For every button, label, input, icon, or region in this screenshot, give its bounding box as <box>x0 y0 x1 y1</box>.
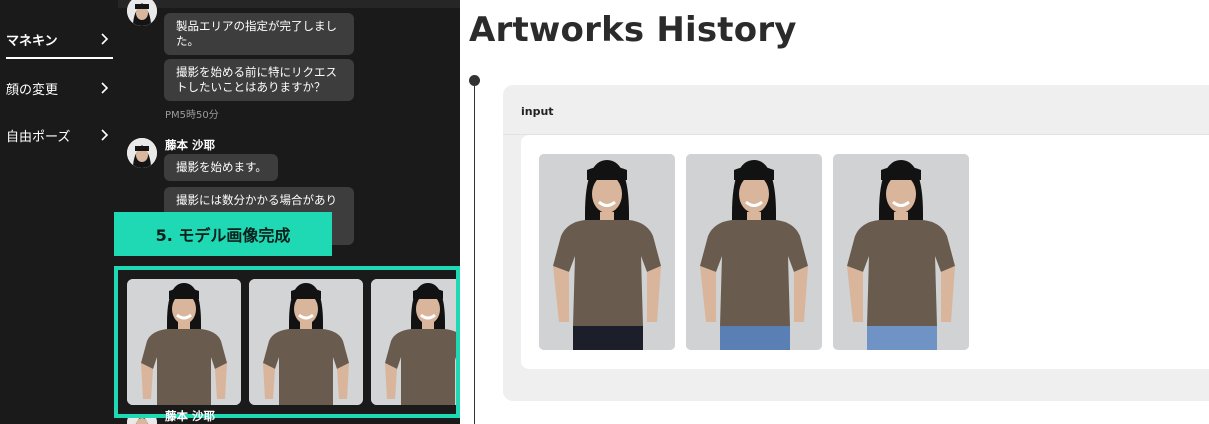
page-title: Artworks History <box>469 10 797 50</box>
sidebar-item-mannequin[interactable]: マネキン <box>6 29 112 49</box>
artwork-image[interactable] <box>686 154 822 350</box>
artwork-image[interactable] <box>539 154 675 350</box>
app-root: マネキン 顔の変更 自由ポーズ 製品エリアの指定が完了しました。 撮影を始める前… <box>0 0 1209 424</box>
sidebar-item-label: マネキン <box>6 33 58 49</box>
avatar <box>127 138 157 168</box>
artwork-image[interactable] <box>833 154 969 350</box>
timeline-line <box>474 86 475 424</box>
generated-images-highlight <box>114 266 460 418</box>
sidebar-item-label: 顔の変更 <box>6 82 59 98</box>
sidebar: マネキン 顔の変更 自由ポーズ <box>0 0 118 424</box>
active-tab-underline <box>6 57 113 59</box>
timeline-dot <box>469 75 480 86</box>
sender-name: 藤本 沙耶 <box>165 409 216 423</box>
chevron-right-icon <box>96 80 112 96</box>
generated-model-image[interactable] <box>371 279 456 405</box>
chat-message: 撮影を始める前に特にリクエストしたいことはありますか？ <box>164 59 354 101</box>
chat-message: 製品エリアの指定が完了しました。 <box>164 13 354 55</box>
chat-top-divider <box>118 0 460 8</box>
card-label: input <box>521 105 554 118</box>
chevron-right-icon <box>96 127 112 143</box>
step-callout-label: 5. モデル画像完成 <box>114 212 332 256</box>
sidebar-item-free-pose[interactable]: 自由ポーズ <box>6 125 112 145</box>
chevron-right-icon <box>96 31 112 47</box>
sender-name: 藤本 沙耶 <box>165 138 216 152</box>
message-timestamp: PM5時50分 <box>165 110 219 121</box>
sidebar-item-face-change[interactable]: 顔の変更 <box>6 78 112 98</box>
chat-app-panel: マネキン 顔の変更 自由ポーズ 製品エリアの指定が完了しました。 撮影を始める前… <box>0 0 460 424</box>
generated-model-image[interactable] <box>127 279 241 405</box>
avatar <box>127 0 157 26</box>
chat-message: 撮影を始めます。 <box>164 154 278 181</box>
generated-model-image[interactable] <box>249 279 363 405</box>
sidebar-item-label: 自由ポーズ <box>6 129 71 145</box>
